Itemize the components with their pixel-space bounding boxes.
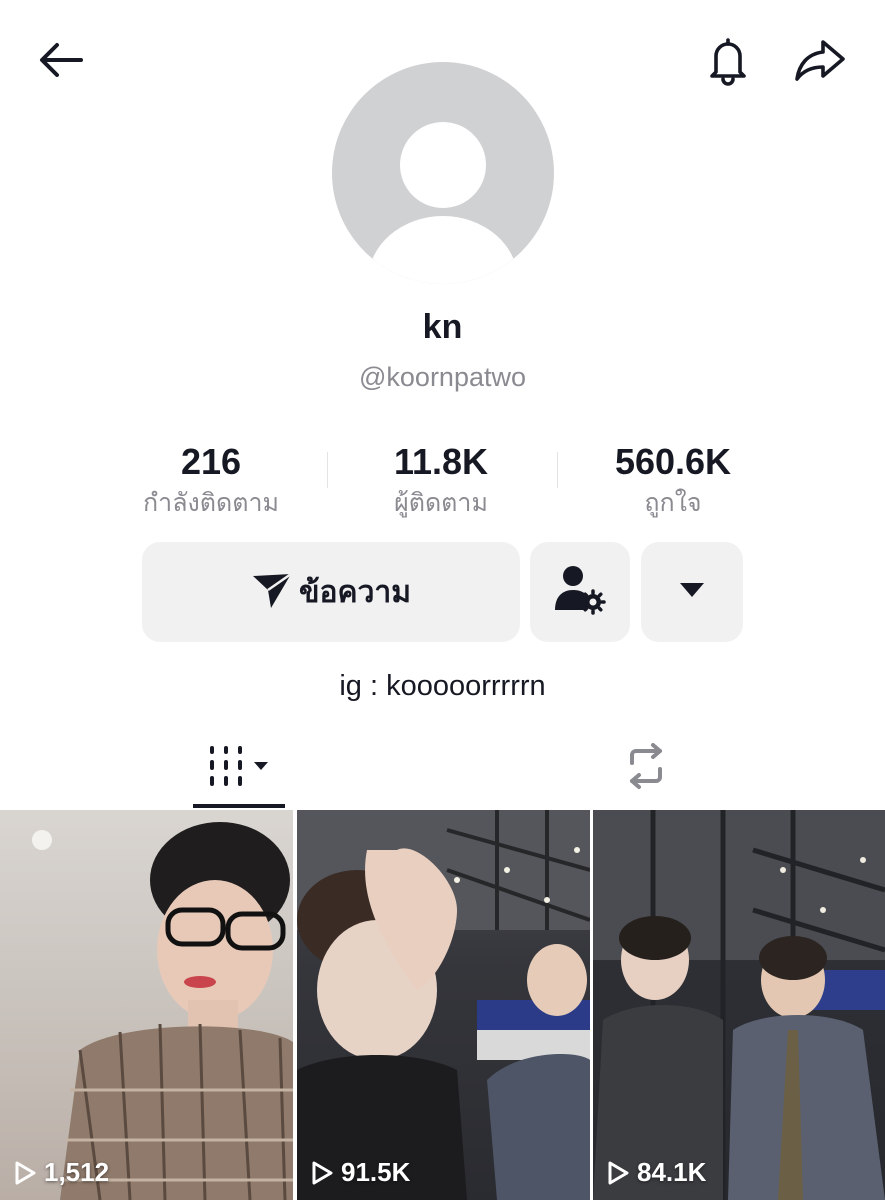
video-thumbnail-image xyxy=(593,810,885,1200)
video-grid: 1,512 91.5K 84.1K xyxy=(0,810,885,1200)
username: @koornpatwo xyxy=(359,362,526,392)
followers-count: 11.8K xyxy=(393,441,489,482)
message-label: ข้อความ xyxy=(298,575,412,609)
display-name: kn xyxy=(422,308,463,346)
message-button[interactable]: ข้อความ xyxy=(142,542,520,642)
bio-text: ig : kooooorrrrrn xyxy=(339,670,546,702)
play-icon xyxy=(608,1161,629,1184)
video-views: 1,512 xyxy=(44,1157,110,1187)
back-arrow-icon[interactable] xyxy=(32,32,88,88)
avatar-body-shape xyxy=(368,216,518,284)
play-icon xyxy=(312,1161,333,1184)
video-view-count: 1,512 xyxy=(14,1157,109,1188)
friend-settings-button[interactable] xyxy=(530,542,630,642)
stat-following[interactable]: 216 กำลังติดตาม xyxy=(96,440,326,520)
repost-icon xyxy=(620,742,672,794)
user-settings-icon xyxy=(553,564,607,621)
share-icon[interactable] xyxy=(792,32,848,88)
video-view-count: 91.5K xyxy=(311,1157,410,1188)
tab-videos[interactable] xyxy=(193,730,285,806)
videos-grid-icon xyxy=(206,744,272,793)
video-thumbnail[interactable]: 1,512 xyxy=(0,810,293,1200)
tab-reposts[interactable] xyxy=(600,730,692,806)
following-count: 216 xyxy=(180,441,242,482)
video-thumbnail[interactable]: 91.5K xyxy=(297,810,590,1200)
avatar[interactable] xyxy=(332,62,554,284)
followers-label: ผู้ติดตาม xyxy=(394,489,488,517)
video-thumbnail[interactable]: 84.1K xyxy=(593,810,885,1200)
likes-label: ถูกใจ xyxy=(644,489,702,517)
video-view-count: 84.1K xyxy=(607,1157,706,1188)
following-label: กำลังติดตาม xyxy=(143,489,279,517)
play-icon xyxy=(15,1161,36,1184)
bell-icon[interactable] xyxy=(700,32,756,88)
stat-likes[interactable]: 560.6K ถูกใจ xyxy=(558,440,788,520)
active-tab-indicator xyxy=(193,804,285,808)
stat-followers[interactable]: 11.8K ผู้ติดตาม xyxy=(326,440,556,520)
caret-down-icon xyxy=(679,582,705,603)
likes-count: 560.6K xyxy=(614,441,732,482)
avatar-head-shape xyxy=(400,122,486,208)
video-thumbnail-image xyxy=(32,822,293,1200)
video-thumbnail-image xyxy=(297,810,590,1200)
more-options-button[interactable] xyxy=(641,542,743,642)
video-views: 91.5K xyxy=(341,1157,411,1187)
video-views: 84.1K xyxy=(637,1157,707,1187)
send-icon xyxy=(251,570,293,615)
